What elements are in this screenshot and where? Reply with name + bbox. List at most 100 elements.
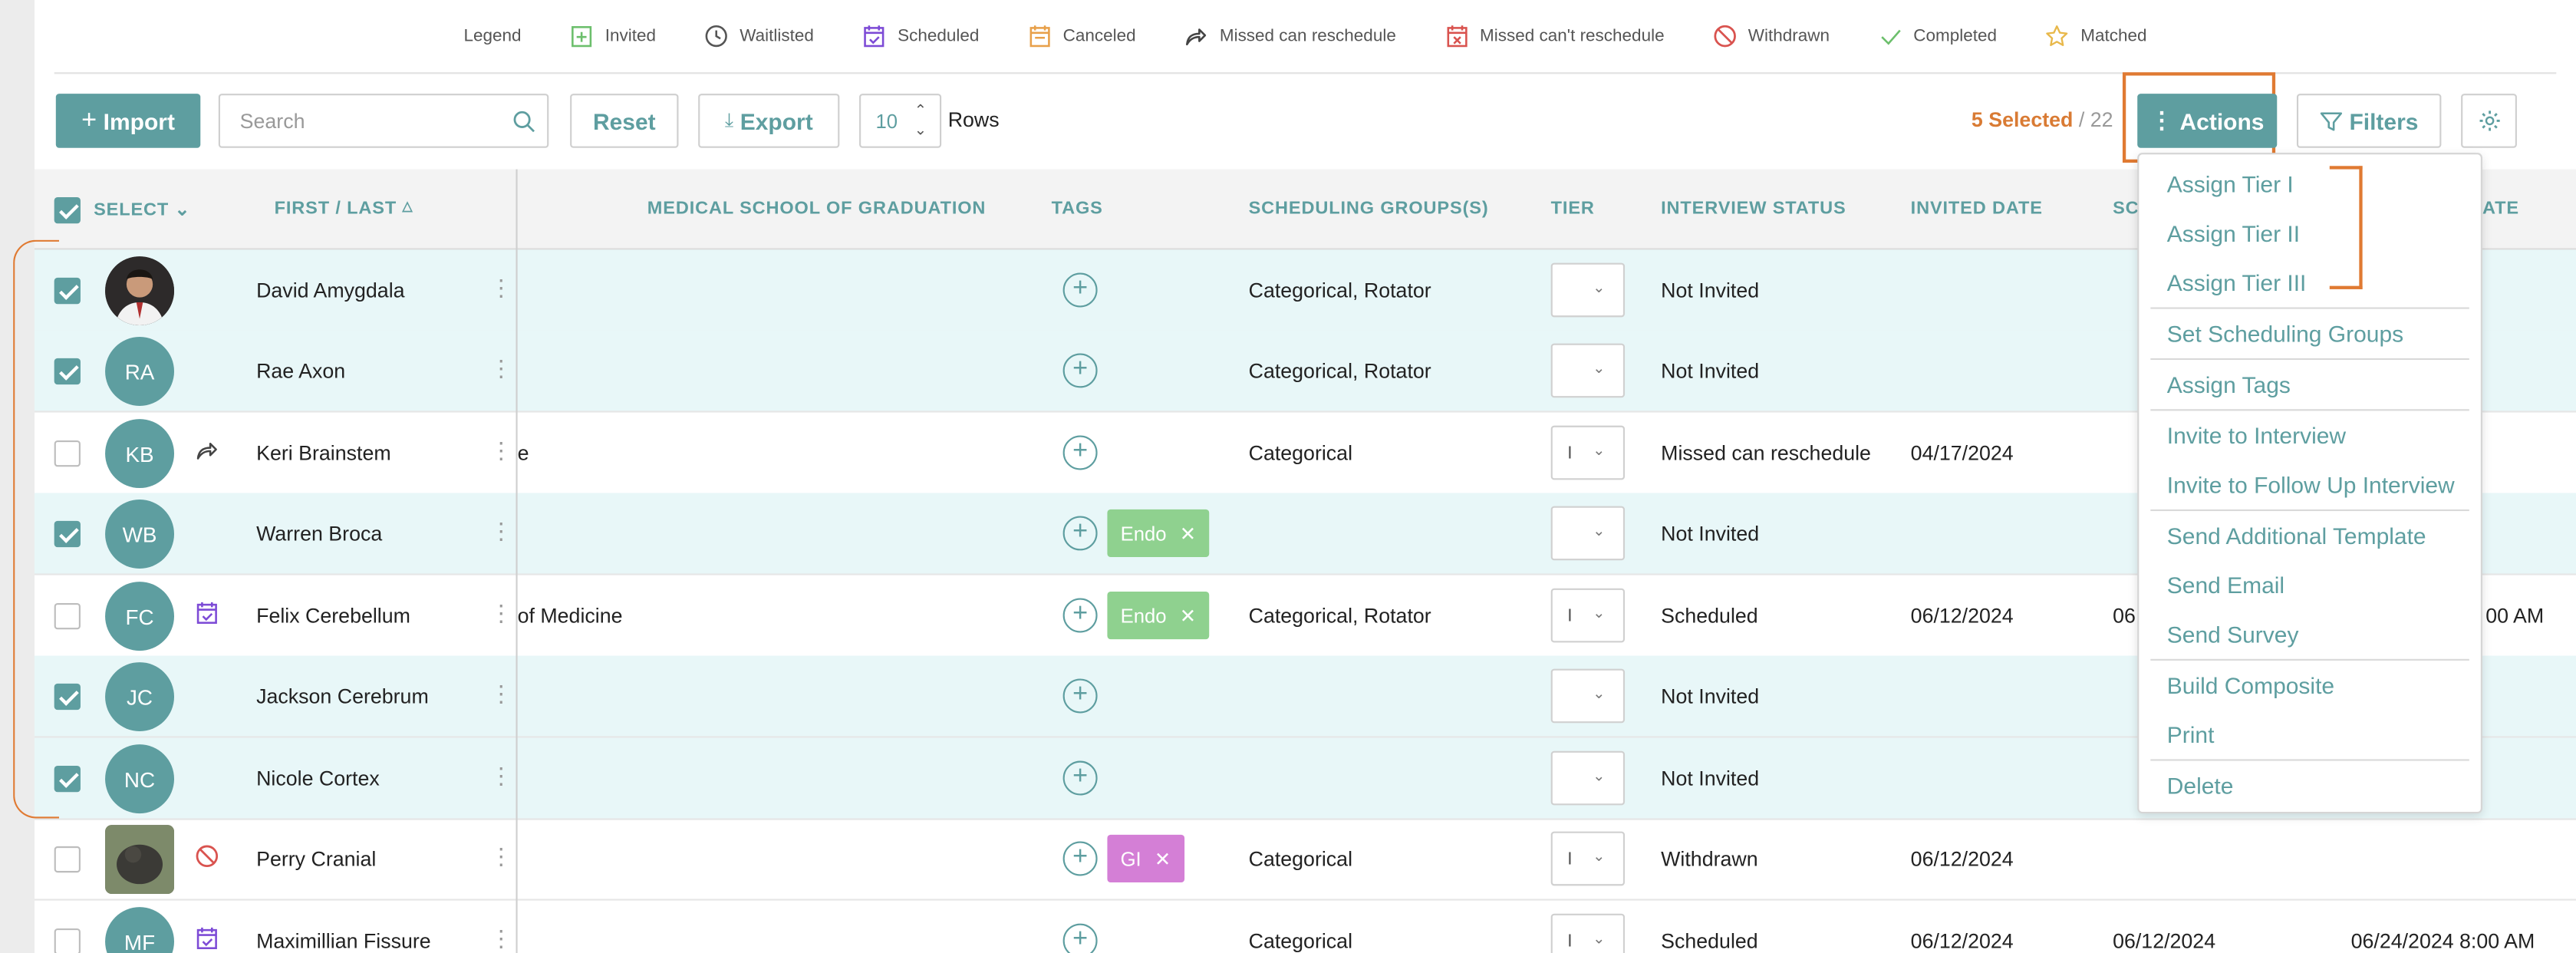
select-all-checkbox[interactable]	[54, 196, 81, 224]
row-menu-icon[interactable]: ⋮	[489, 925, 512, 953]
tier-value: I	[1567, 444, 1573, 463]
row-menu-icon[interactable]: ⋮	[489, 763, 512, 790]
row-invited-date: 06/12/2024	[1910, 848, 2014, 872]
tier-select[interactable]: ⌄	[1550, 668, 1626, 724]
row-menu-icon[interactable]: ⋮	[489, 681, 512, 708]
tag-chip[interactable]: Endo ✕	[1107, 591, 1210, 640]
export-button[interactable]: ⤓ Export	[698, 94, 840, 148]
plus-icon: +	[81, 106, 97, 134]
column-invited-date[interactable]: INVITED DATE	[1911, 199, 2043, 219]
row-menu-icon[interactable]: ⋮	[489, 518, 512, 546]
search-input[interactable]: Search	[218, 94, 549, 148]
menu-item-invite-to-interview[interactable]: Invite to Interview	[2167, 422, 2346, 448]
table-row[interactable]: MF Maximillian Fissure ⋮ + Categorical I…	[35, 901, 2576, 953]
row-name[interactable]: Warren Broca	[256, 523, 382, 546]
avatar: FC	[105, 582, 175, 651]
remove-tag-icon[interactable]: ✕	[1180, 604, 1197, 627]
remove-tag-icon[interactable]: ✕	[1180, 522, 1197, 545]
row-name[interactable]: Perry Cranial	[256, 848, 376, 871]
column-groups[interactable]: SCHEDULING GROUPS(S)	[1249, 199, 1489, 219]
table-row[interactable]: Perry Cranial ⋮ + GI ✕ Categorical I ⌄ Wit…	[34, 819, 2576, 901]
column-name[interactable]: FIRST / LAST △	[275, 199, 413, 219]
row-name[interactable]: Nicole Cortex	[256, 767, 380, 790]
column-select[interactable]: SELECT ⌄	[94, 199, 190, 220]
column-end-date[interactable]: ATE	[2482, 199, 2519, 219]
add-tag-icon[interactable]: +	[1062, 598, 1098, 633]
row-status: Withdrawn	[1661, 848, 1758, 872]
column-school[interactable]: MEDICAL SCHOOL OF GRADUATION	[647, 199, 987, 219]
calendar-x-icon	[1446, 25, 1468, 48]
row-checkbox[interactable]	[54, 846, 81, 873]
menu-item-invite-follow-up[interactable]: Invite to Follow Up Interview	[2167, 472, 2455, 498]
legend-label: Completed	[1913, 26, 1998, 46]
gear-icon	[2479, 110, 2499, 131]
row-name[interactable]: Felix Cerebellum	[256, 605, 410, 628]
row-name[interactable]: David Amygdala	[256, 279, 404, 302]
add-tag-icon[interactable]: +	[1062, 678, 1098, 714]
menu-item-send-survey[interactable]: Send Survey	[2167, 622, 2299, 648]
menu-item-print[interactable]: Print	[2167, 721, 2215, 747]
tier-select[interactable]: I ⌄	[1550, 425, 1626, 480]
row-scheduled-date: 06	[2113, 605, 2136, 628]
add-tag-icon[interactable]: +	[1062, 516, 1098, 551]
filters-button[interactable]: Filters	[2296, 94, 2442, 148]
tier-select[interactable]: I ⌄	[1550, 913, 1626, 953]
actions-dropdown-menu: Assign Tier I Assign Tier II Assign Tier…	[2137, 153, 2482, 814]
menu-item-delete[interactable]: Delete	[2167, 773, 2234, 799]
row-checkbox[interactable]	[54, 928, 81, 953]
row-menu-icon[interactable]: ⋮	[489, 355, 512, 383]
avatar-photo	[105, 825, 175, 895]
stepper-arrows-icon[interactable]: ⌃ ⌄	[914, 101, 927, 140]
row-menu-icon[interactable]: ⋮	[489, 600, 512, 628]
add-tag-icon[interactable]: +	[1062, 760, 1098, 796]
tier-select[interactable]: ⌄	[1550, 750, 1626, 806]
menu-item-assign-tags[interactable]: Assign Tags	[2167, 371, 2291, 397]
row-menu-icon[interactable]: ⋮	[489, 275, 512, 302]
menu-item-assign-tier-2[interactable]: Assign Tier II	[2167, 220, 2300, 246]
import-button[interactable]: + Import	[55, 94, 201, 148]
legend-label: Scheduled	[898, 26, 980, 46]
rows-per-page-stepper[interactable]: 10 ⌃ ⌄	[859, 94, 942, 148]
remove-tag-icon[interactable]: ✕	[1155, 847, 1171, 870]
row-menu-icon[interactable]: ⋮	[489, 843, 512, 871]
tag-chip[interactable]: Endo ✕	[1107, 509, 1210, 558]
row-groups: Categorical, Rotator	[1248, 605, 1431, 628]
tier-select[interactable]: ⌄	[1550, 506, 1626, 561]
menu-item-assign-tier-3[interactable]: Assign Tier III	[2167, 269, 2307, 295]
add-tag-icon[interactable]: +	[1062, 841, 1098, 876]
menu-item-send-additional-template[interactable]: Send Additional Template	[2167, 523, 2426, 549]
menu-item-send-email[interactable]: Send Email	[2167, 572, 2284, 598]
column-tier[interactable]: TIER	[1551, 199, 1595, 219]
legend-label: Missed can't reschedule	[1480, 26, 1665, 46]
reset-label: Reset	[592, 107, 656, 134]
menu-item-assign-tier-1[interactable]: Assign Tier I	[2167, 171, 2294, 197]
calendar-check-icon	[196, 927, 217, 949]
row-name[interactable]: Jackson Cerebrum	[256, 685, 429, 708]
tier-value: I	[1567, 849, 1573, 869]
add-tag-icon[interactable]: +	[1062, 353, 1098, 388]
menu-item-set-scheduling-groups[interactable]: Set Scheduling Groups	[2167, 321, 2403, 347]
tier-select[interactable]: I ⌄	[1550, 831, 1626, 886]
add-tag-icon[interactable]: +	[1062, 923, 1098, 953]
row-name[interactable]: Maximillian Fissure	[256, 930, 431, 953]
actions-button[interactable]: ⋮ Actions	[2137, 94, 2278, 148]
chevron-down-icon: ⌄	[1593, 930, 1606, 947]
row-groups: Categorical	[1248, 848, 1353, 872]
tier-value: I	[1567, 606, 1573, 626]
column-scheduled-date[interactable]: SC	[2113, 199, 2139, 219]
reset-button[interactable]: Reset	[570, 94, 679, 148]
tier-select[interactable]: I ⌄	[1550, 588, 1626, 643]
tier-select[interactable]: ⌄	[1550, 262, 1626, 318]
stage: Legend Invited Waitlisted Scheduled Canc…	[0, 0, 2576, 953]
row-name[interactable]: Keri Brainstem	[256, 442, 391, 465]
settings-button[interactable]	[2461, 94, 2517, 148]
tier-select[interactable]: ⌄	[1550, 343, 1626, 398]
column-tags[interactable]: TAGS	[1052, 199, 1103, 219]
add-tag-icon[interactable]: +	[1062, 272, 1098, 308]
add-tag-icon[interactable]: +	[1062, 435, 1098, 470]
column-status[interactable]: INTERVIEW STATUS	[1661, 199, 1846, 219]
row-menu-icon[interactable]: ⋮	[489, 437, 512, 465]
row-name[interactable]: Rae Axon	[256, 360, 345, 383]
tag-chip[interactable]: GI ✕	[1107, 834, 1184, 883]
menu-item-build-composite[interactable]: Build Composite	[2167, 672, 2334, 698]
